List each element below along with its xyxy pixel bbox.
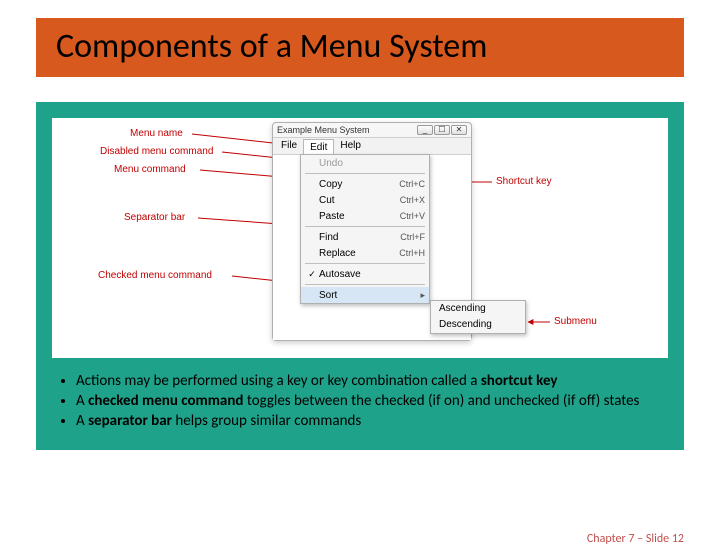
label-submenu: Submenu — [554, 316, 597, 327]
slide-footer: Chapter 7 – Slide 12 — [587, 532, 684, 546]
chevron-right-icon: ▸ — [416, 290, 425, 301]
label-checked-cmd: Checked menu command — [98, 270, 212, 281]
menubar: File Edit Help — [273, 137, 471, 154]
menu-file[interactable]: File — [275, 138, 303, 154]
menu-item-undo[interactable]: Undo — [301, 155, 429, 171]
submenu-item-ascending[interactable]: Ascending — [431, 301, 525, 317]
menu-diagram: Menu name Disabled menu command Menu com… — [52, 118, 668, 358]
content-panel: Menu name Disabled menu command Menu com… — [36, 102, 684, 450]
menu-item-autosave[interactable]: ✓Autosave — [301, 266, 429, 282]
slide-title: Components of a Menu System — [56, 26, 664, 67]
close-icon[interactable]: ✕ — [451, 125, 467, 135]
label-shortcut-key: Shortcut key — [496, 176, 552, 187]
bullet-list: Actions may be performed using a key or … — [76, 372, 668, 430]
slide-title-bar: Components of a Menu System — [36, 18, 684, 77]
separator-4 — [305, 284, 425, 285]
submenu-item-descending[interactable]: Descending — [431, 317, 525, 333]
menu-item-copy[interactable]: CopyCtrl+C — [301, 176, 429, 192]
separator-3 — [305, 263, 425, 264]
edit-dropdown: Undo CopyCtrl+C CutCtrl+X PasteCtrl+V Fi… — [300, 154, 430, 304]
label-menu-cmd: Menu command — [114, 164, 186, 175]
menu-edit[interactable]: Edit — [303, 139, 334, 155]
bullet-1: Actions may be performed using a key or … — [76, 372, 668, 390]
separator-1 — [305, 173, 425, 174]
label-disabled-cmd: Disabled menu command — [100, 146, 213, 157]
check-icon: ✓ — [305, 269, 319, 280]
label-menu-name: Menu name — [130, 128, 183, 139]
menu-item-paste[interactable]: PasteCtrl+V — [301, 208, 429, 224]
menu-item-replace[interactable]: ReplaceCtrl+H — [301, 245, 429, 261]
maximize-icon[interactable]: ☐ — [434, 125, 450, 135]
app-title: Example Menu System — [277, 125, 370, 135]
bullet-2: A checked menu command toggles between t… — [76, 392, 668, 410]
separator-2 — [305, 226, 425, 227]
bullet-3: A separator bar helps group similar comm… — [76, 412, 668, 430]
label-separator: Separator bar — [124, 212, 185, 223]
app-titlebar: Example Menu System _ ☐ ✕ — [273, 123, 471, 137]
menu-item-sort[interactable]: Sort▸ — [301, 287, 429, 303]
sort-submenu: Ascending Descending — [430, 300, 526, 334]
minimize-icon[interactable]: _ — [417, 125, 433, 135]
menu-help[interactable]: Help — [334, 138, 367, 154]
menu-item-find[interactable]: FindCtrl+F — [301, 229, 429, 245]
menu-item-cut[interactable]: CutCtrl+X — [301, 192, 429, 208]
